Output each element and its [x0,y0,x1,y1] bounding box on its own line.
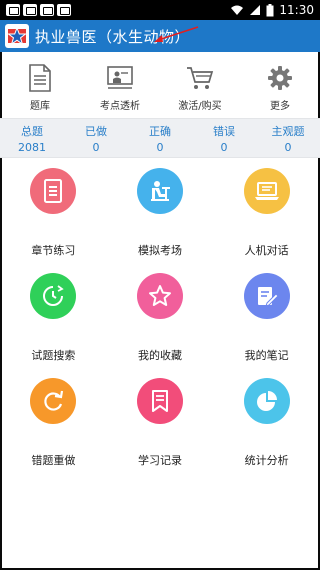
top-menu-label: 激活/购买 [178,101,222,112]
presentation-icon [107,66,133,89]
feature-icon-circle [136,168,183,214]
stat-label: 总题 [21,124,43,138]
feature-label: 我的收藏 [137,349,182,362]
exam-seat-icon [150,181,170,201]
feature-label: 学习记录 [137,454,182,467]
stats-bar: 总题 2081 已做 0 正确 0 错误 0 主观题 0 [0,118,320,158]
app-logo[interactable] [5,24,29,48]
stat-value: 2081 [18,140,46,154]
notification-icon [57,4,71,16]
laptop-icon [254,182,279,200]
stat-total: 总题 2081 [0,119,64,157]
feature-icon-circle [136,273,183,319]
top-menu-activate-buy[interactable]: 激活/购买 [160,62,240,116]
feature-statistics[interactable]: 统计分析 [213,378,320,483]
stat-correct: 正确 0 [128,119,192,157]
feature-grid: 章节练习 模拟考场 人机对话 试题搜索 我的收藏 我的笔记 错题重做 学习记录 … [0,168,320,483]
feature-my-notes[interactable]: 我的笔记 [213,273,320,378]
redo-icon [44,390,64,411]
feature-icon-circle [30,273,77,319]
notification-icon [6,4,20,16]
top-menu-label: 更多 [270,101,290,112]
feature-chapter-practice[interactable]: 章节练习 [0,168,107,273]
notification-icon [23,4,37,16]
feature-icon-circle [30,378,77,424]
stat-value: 0 [284,140,292,154]
feature-label: 统计分析 [244,454,289,467]
stat-label: 主观题 [271,124,305,138]
status-bar: 11:30 [0,0,320,20]
feature-redo-mistakes[interactable]: 错题重做 [0,378,107,483]
feature-question-search[interactable]: 试题搜索 [0,273,107,378]
star-logo-icon [7,26,27,46]
top-menu: 题库 考点透析 激活/购买 更多 [0,62,320,116]
wifi-icon [231,5,244,15]
gear-icon [268,66,292,90]
top-menu-more[interactable]: 更多 [240,62,320,116]
search-clock-icon [43,285,65,306]
top-menu-question-bank[interactable]: 题库 [0,62,80,116]
feature-label: 模拟考场 [137,244,182,257]
feature-label: 错题重做 [31,454,76,467]
document-icon [44,179,63,203]
stat-value: 0 [92,140,100,154]
note-edit-icon [257,287,279,307]
feature-label: 章节练习 [31,244,76,257]
bookmark-icon [151,390,168,412]
star-icon [148,285,171,306]
feature-label: 试题搜索 [31,349,76,362]
feature-human-machine-dialogue[interactable]: 人机对话 [213,168,320,273]
feature-study-record[interactable]: 学习记录 [107,378,214,483]
top-menu-key-points[interactable]: 考点透析 [80,62,160,116]
feature-mock-exam[interactable]: 模拟考场 [107,168,214,273]
signal-icon [250,5,261,15]
feature-icon-circle [243,378,290,424]
stat-wrong: 错误 0 [192,119,256,157]
feature-label: 我的笔记 [244,349,289,362]
status-time: 11:30 [279,3,314,17]
document-icon [29,64,51,92]
stat-subjective: 主观题 0 [256,119,320,157]
stat-value: 0 [220,140,228,154]
stat-label: 正确 [149,124,171,138]
annotation-arrow-icon [154,26,199,42]
feature-label: 人机对话 [244,244,289,257]
stat-value: 0 [156,140,164,154]
feature-icon-circle [243,273,290,319]
top-menu-label: 考点透析 [100,101,140,112]
cart-icon [187,67,214,89]
feature-icon-circle [30,168,77,214]
pie-chart-icon [256,391,277,411]
stat-label: 已做 [85,124,107,138]
feature-icon-circle [243,168,290,214]
battery-icon [266,3,274,16]
feature-icon-circle [136,378,183,424]
top-menu-label: 题库 [30,101,50,112]
stat-done: 已做 0 [64,119,128,157]
notification-icon [40,4,54,16]
stat-label: 错误 [213,124,235,138]
feature-my-favorites[interactable]: 我的收藏 [107,273,214,378]
notification-icons [6,4,71,16]
